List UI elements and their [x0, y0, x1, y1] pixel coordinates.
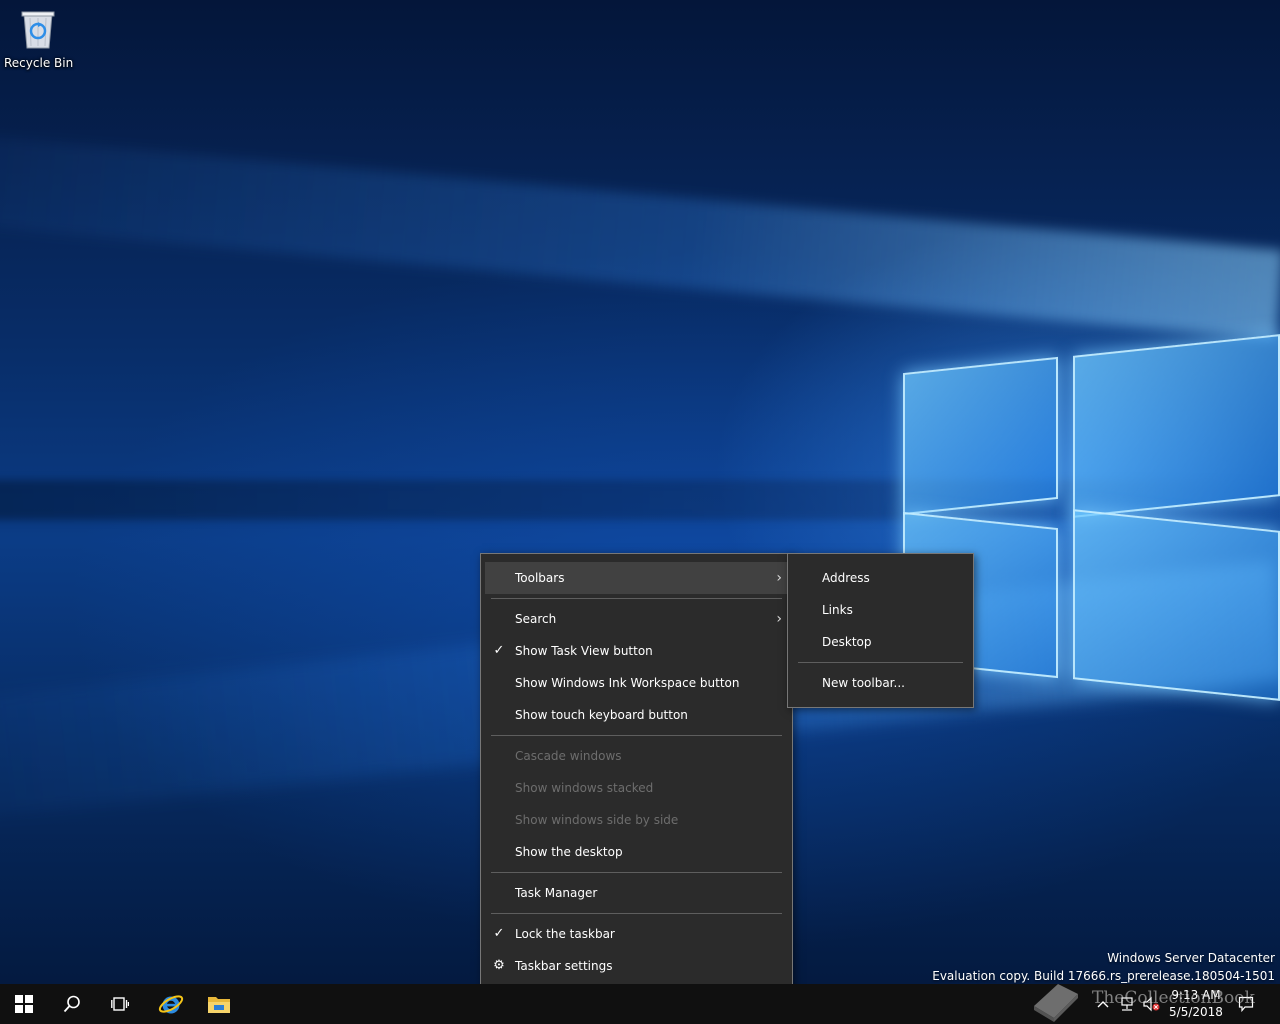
menu-item-label: Address	[822, 571, 870, 585]
menu-item-task-manager[interactable]: Task Manager	[481, 877, 792, 909]
task-view-button[interactable]	[96, 984, 144, 1024]
checkmark-icon: ✓	[493, 926, 505, 941]
menu-item-label: Taskbar settings	[515, 959, 613, 973]
submenu-item-address[interactable]: Address	[788, 562, 973, 594]
menu-item-lock-taskbar[interactable]: ✓ Lock the taskbar	[481, 918, 792, 950]
menu-item-show-ink-workspace[interactable]: Show Windows Ink Workspace button	[481, 667, 792, 699]
action-center-button[interactable]	[1234, 984, 1258, 1024]
menu-item-cascade-windows: Cascade windows	[481, 740, 792, 772]
gear-icon: ⚙	[493, 958, 505, 973]
search-icon	[63, 995, 80, 1013]
os-build-watermark: Windows Server Datacenter Evaluation cop…	[932, 949, 1275, 984]
submenu-item-desktop[interactable]: Desktop	[788, 626, 973, 658]
menu-item-toolbars[interactable]: Toolbars ›	[485, 562, 788, 594]
volume-muted-icon	[1143, 996, 1160, 1012]
taskbar[interactable]: 9:13 AM 5/5/2018	[0, 984, 1280, 1024]
menu-item-search[interactable]: Search ›	[481, 603, 792, 635]
clock-date: 5/5/2018	[1169, 1005, 1223, 1019]
chevron-up-icon	[1097, 1001, 1109, 1008]
chevron-right-icon: ›	[776, 570, 782, 586]
menu-separator	[491, 872, 782, 873]
menu-item-show-task-view[interactable]: ✓ Show Task View button	[481, 635, 792, 667]
watermark-build: Evaluation copy. Build 17666.rs_prerelea…	[932, 969, 1275, 983]
clock-time: 9:13 AM	[1171, 988, 1221, 1002]
windows-logo-pane	[1073, 334, 1280, 518]
menu-item-show-windows-stacked: Show windows stacked	[481, 772, 792, 804]
submenu-item-new-toolbar[interactable]: New toolbar...	[788, 667, 973, 699]
network-button[interactable]	[1116, 984, 1138, 1024]
menu-item-label: Lock the taskbar	[515, 927, 615, 941]
desktop-icon-recycle-bin[interactable]: Recycle Bin	[4, 6, 74, 76]
menu-item-label: Show Task View button	[515, 644, 653, 658]
file-explorer-icon	[208, 997, 230, 1013]
menu-item-label: Search	[515, 612, 557, 626]
search-button[interactable]	[48, 984, 96, 1024]
menu-separator	[491, 598, 782, 599]
menu-item-label: Show the desktop	[515, 845, 623, 859]
task-view-icon	[111, 997, 129, 1011]
windows-logo-pane	[1073, 509, 1280, 701]
menu-separator	[491, 735, 782, 736]
menu-separator	[491, 913, 782, 914]
submenu-item-links[interactable]: Links	[788, 594, 973, 626]
menu-item-label: Links	[822, 603, 853, 617]
menu-item-label: New toolbar...	[822, 676, 905, 690]
system-clock[interactable]: 9:13 AM 5/5/2018	[1160, 987, 1232, 1021]
menu-item-label: Show windows stacked	[515, 781, 654, 795]
menu-item-label: Cascade windows	[515, 749, 622, 763]
menu-item-show-desktop[interactable]: Show the desktop	[481, 836, 792, 868]
internet-explorer-icon	[158, 995, 184, 1014]
menu-item-label: Show Windows Ink Workspace button	[515, 676, 740, 690]
menu-item-label: Show windows side by side	[515, 813, 679, 827]
toolbars-submenu: Address Links Desktop New toolbar...	[787, 553, 974, 708]
wallpaper-light-beam	[0, 121, 1280, 340]
menu-item-label: Task Manager	[515, 886, 598, 900]
menu-item-show-touch-keyboard[interactable]: Show touch keyboard button	[481, 699, 792, 731]
menu-item-taskbar-settings[interactable]: ⚙ Taskbar settings	[481, 950, 792, 982]
network-icon	[1121, 997, 1133, 1011]
menu-separator	[798, 662, 963, 663]
show-hidden-icons-button[interactable]	[1092, 984, 1114, 1024]
menu-item-show-side-by-side: Show windows side by side	[481, 804, 792, 836]
file-explorer-button[interactable]	[195, 984, 243, 1024]
menu-item-label: Toolbars	[515, 571, 565, 585]
windows-logo-pane	[903, 356, 1058, 516]
volume-button[interactable]	[1140, 984, 1162, 1024]
checkmark-icon: ✓	[493, 643, 505, 658]
taskbar-context-menu: Toolbars › Search › ✓ Show Task View but…	[480, 553, 793, 991]
start-icon	[15, 995, 33, 1013]
notification-icon	[1238, 996, 1254, 1012]
chevron-right-icon: ›	[776, 611, 782, 627]
watermark-edition: Windows Server Datacenter	[1107, 951, 1275, 965]
menu-item-label: Show touch keyboard button	[515, 708, 688, 722]
recycle-bin-icon	[18, 6, 58, 50]
desktop-icon-label: Recycle Bin	[4, 56, 74, 70]
internet-explorer-button[interactable]	[147, 984, 195, 1024]
menu-item-label: Desktop	[822, 635, 872, 649]
start-button[interactable]	[0, 984, 48, 1024]
